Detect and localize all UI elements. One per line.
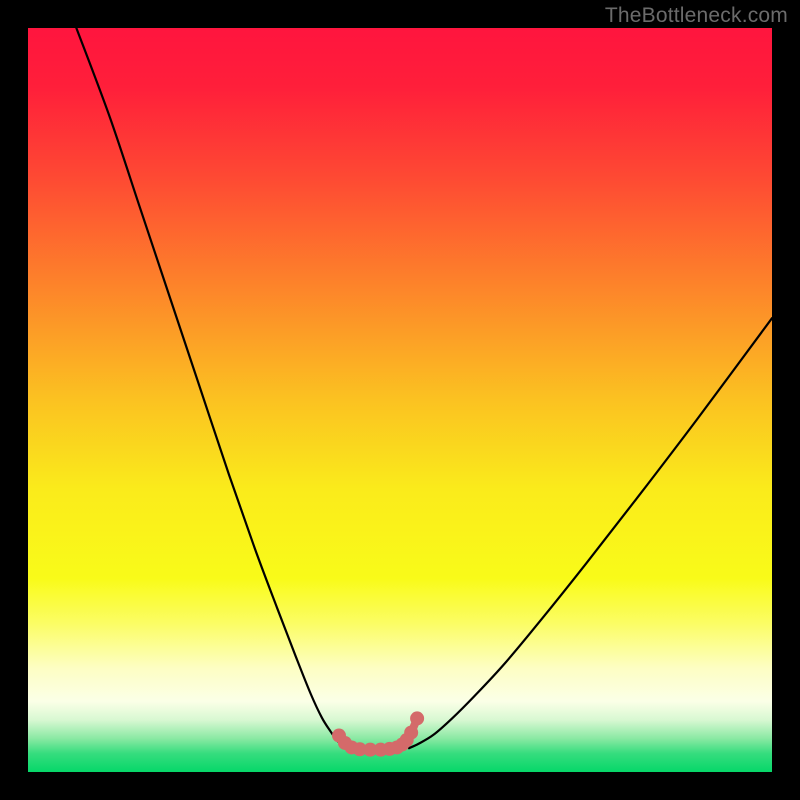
valley-marker-dot	[410, 711, 424, 725]
watermark-label: TheBottleneck.com	[605, 4, 788, 28]
bottleneck-chart	[0, 0, 800, 800]
valley-marker-dot	[404, 726, 418, 740]
gradient-plot-area	[28, 28, 772, 772]
chart-stage: TheBottleneck.com	[0, 0, 800, 800]
